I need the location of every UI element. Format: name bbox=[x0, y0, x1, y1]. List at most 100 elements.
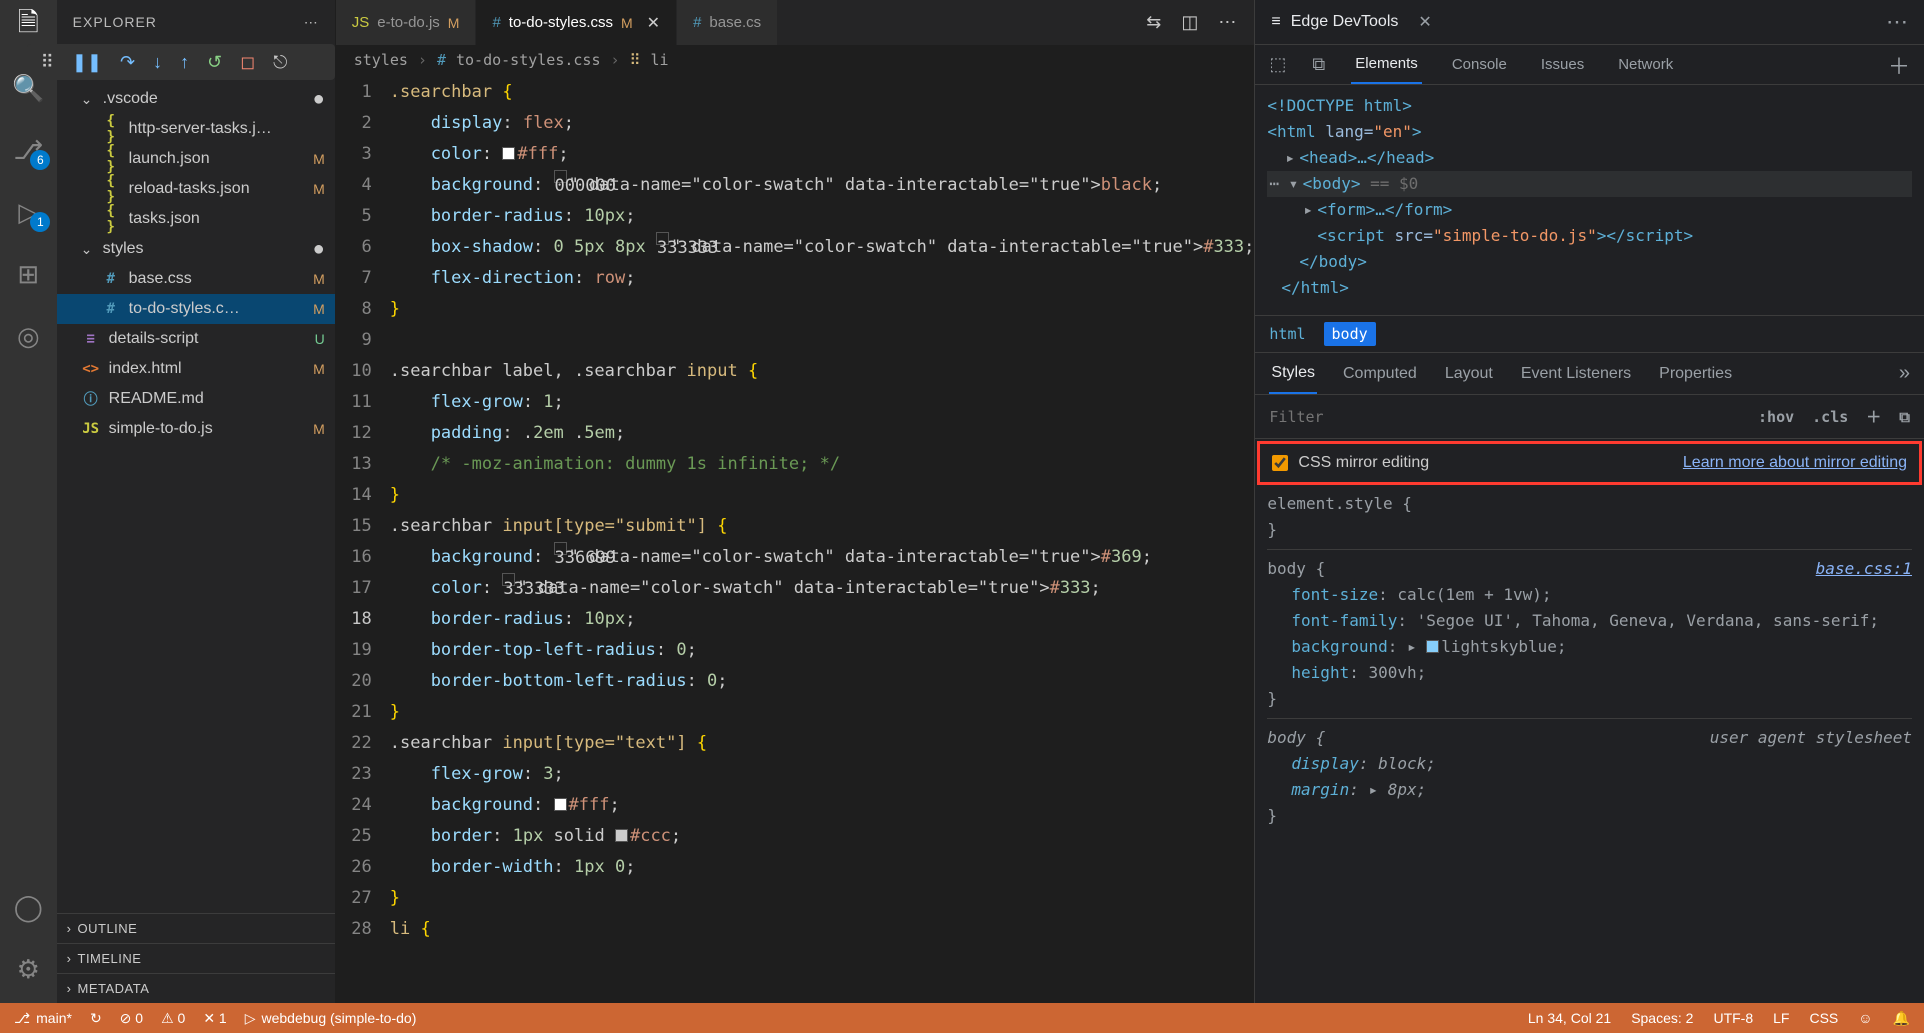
sidebar-section[interactable]: › TIMELINE bbox=[57, 943, 335, 973]
sidebar-section[interactable]: › OUTLINE bbox=[57, 913, 335, 943]
expand-icon[interactable]: ▸ bbox=[1303, 197, 1317, 223]
gear-icon[interactable]: ⚙ bbox=[12, 953, 44, 985]
more-tabs-icon[interactable]: » bbox=[1899, 362, 1924, 385]
close-icon[interactable]: ✕ bbox=[641, 13, 660, 33]
tab-computed[interactable]: Computed bbox=[1341, 355, 1419, 393]
account-icon[interactable]: ◯ bbox=[12, 891, 44, 923]
disconnect-icon[interactable]: ⎋ bbox=[273, 52, 287, 73]
editor-tab[interactable]: JSe-to-do.jsM bbox=[336, 0, 477, 45]
tab-layout[interactable]: Layout bbox=[1443, 355, 1495, 393]
edge-icon[interactable]: ◎ bbox=[12, 320, 44, 352]
modified-indicator: M bbox=[448, 15, 460, 31]
devtools-more-icon[interactable]: ⋯ bbox=[1886, 9, 1908, 35]
base-css-link[interactable]: base.css:1 bbox=[1816, 556, 1912, 582]
file-row[interactable]: ⓘREADME.md bbox=[57, 384, 335, 414]
inspect-icon[interactable]: ⬚ bbox=[1269, 54, 1286, 75]
styles-filter-bar: :hov .cls ＋ ⧉ bbox=[1255, 395, 1924, 439]
tab-elements[interactable]: Elements bbox=[1351, 45, 1422, 84]
breadcrumb[interactable]: styles › # to-do-styles.css › ⠿ li bbox=[336, 45, 1255, 75]
add-tab-icon[interactable]: ＋ bbox=[1888, 49, 1924, 81]
file-row[interactable]: JSsimple-to-do.jsM bbox=[57, 414, 335, 444]
file-row[interactable]: { }http-server-tasks.j… bbox=[57, 114, 335, 144]
mirror-checkbox[interactable] bbox=[1272, 455, 1288, 471]
devtools-menu-icon[interactable]: ≡ bbox=[1271, 13, 1280, 31]
file-row[interactable]: ≡details-scriptU bbox=[57, 324, 335, 354]
step-out-icon[interactable]: ↑ bbox=[180, 52, 189, 73]
errors-status[interactable]: ⊘ 0 bbox=[120, 1010, 143, 1027]
stop-icon[interactable]: ◻ bbox=[240, 52, 255, 73]
split-icon[interactable]: ◫ bbox=[1181, 12, 1198, 33]
activity-bar: 🗎 🔍 ⎇6 ▷1 ⊞ ◎ ◯ ⚙ bbox=[0, 0, 57, 1003]
file-icon: # bbox=[492, 14, 500, 31]
step-into-icon[interactable]: ↓ bbox=[153, 52, 162, 73]
folder-styles[interactable]: ⌄ styles ● bbox=[57, 234, 335, 264]
add-rule-icon[interactable]: ＋ bbox=[1866, 406, 1881, 427]
color-swatch[interactable] bbox=[615, 829, 628, 842]
sidebar-section[interactable]: › METADATA bbox=[57, 973, 335, 1003]
style-rules[interactable]: element.style { } base.css:1body { font-… bbox=[1255, 485, 1924, 1003]
debug-badge: 1 bbox=[30, 212, 50, 232]
dom-breadcrumb: html body bbox=[1255, 315, 1924, 353]
search-icon[interactable]: 🔍 bbox=[12, 72, 44, 104]
tools-status[interactable]: ✕ 1 bbox=[203, 1010, 226, 1027]
explorer-icon[interactable]: 🗎 bbox=[12, 10, 44, 42]
encoding-status[interactable]: UTF-8 bbox=[1713, 1010, 1753, 1027]
file-icon: ≡ bbox=[81, 331, 101, 347]
close-icon[interactable]: ✕ bbox=[1418, 12, 1431, 32]
toggle-panel-icon[interactable]: ⧉ bbox=[1899, 408, 1910, 426]
breadcrumb-seg[interactable]: to-do-styles.css bbox=[456, 51, 601, 69]
eol-status[interactable]: LF bbox=[1773, 1010, 1789, 1027]
tab-eventlisteners[interactable]: Event Listeners bbox=[1519, 355, 1633, 393]
sync-status[interactable]: ↻ bbox=[90, 1010, 102, 1027]
file-row[interactable]: { }tasks.json bbox=[57, 204, 335, 234]
step-over-icon[interactable]: ↷ bbox=[120, 52, 135, 73]
bc-html[interactable]: html bbox=[1269, 325, 1305, 343]
breadcrumb-seg[interactable]: li bbox=[651, 51, 669, 69]
file-row[interactable]: #to-do-styles.c…M bbox=[57, 294, 335, 324]
sidebar-more-icon[interactable]: ⋯ bbox=[304, 14, 319, 31]
drag-handle-icon[interactable]: ⠿ bbox=[41, 52, 54, 73]
breadcrumb-seg[interactable]: styles bbox=[354, 51, 408, 69]
expand-icon[interactable]: ▸ bbox=[1285, 145, 1299, 171]
branch-status[interactable]: ⎇ main* bbox=[14, 1010, 72, 1027]
compare-icon[interactable]: ⇆ bbox=[1146, 12, 1161, 33]
bell-icon[interactable]: 🔔 bbox=[1893, 1010, 1910, 1027]
file-row[interactable]: <>index.htmlM bbox=[57, 354, 335, 384]
tab-issues[interactable]: Issues bbox=[1537, 46, 1588, 83]
restart-icon[interactable]: ↺ bbox=[207, 52, 222, 73]
tab-network[interactable]: Network bbox=[1614, 46, 1677, 83]
tab-styles[interactable]: Styles bbox=[1269, 354, 1317, 394]
file-row[interactable]: { }reload-tasks.jsonM bbox=[57, 174, 335, 204]
pause-icon[interactable]: ❚❚ bbox=[72, 52, 102, 73]
debug-target[interactable]: ▷ webdebug (simple-to-do) bbox=[245, 1010, 417, 1027]
code-content[interactable]: .searchbar { display: flex; color: #fff;… bbox=[390, 75, 1255, 1003]
collapse-icon[interactable]: ▾ bbox=[1289, 171, 1303, 197]
tab-console[interactable]: Console bbox=[1448, 46, 1511, 83]
bc-body[interactable]: body bbox=[1324, 322, 1376, 346]
tab-more-icon[interactable]: ⋯ bbox=[1218, 12, 1236, 33]
filter-input[interactable] bbox=[1269, 408, 1740, 426]
dom-tree[interactable]: <!DOCTYPE html> <html lang="en"> ▸<head>… bbox=[1255, 85, 1924, 315]
feedback-icon[interactable]: ☺ bbox=[1858, 1010, 1872, 1027]
code-editor[interactable]: 1234567891011121314151617181920212223242… bbox=[336, 75, 1255, 1003]
file-row[interactable]: #base.cssM bbox=[57, 264, 335, 294]
editor-tab[interactable]: #to-do-styles.cssM✕ bbox=[476, 0, 677, 45]
tab-properties[interactable]: Properties bbox=[1657, 355, 1734, 393]
color-swatch[interactable] bbox=[554, 798, 567, 811]
device-icon[interactable]: ⧉ bbox=[1312, 54, 1325, 75]
editor-tab[interactable]: #base.cs bbox=[677, 0, 778, 45]
hov-button[interactable]: :hov bbox=[1758, 408, 1794, 426]
color-swatch[interactable] bbox=[502, 147, 515, 160]
indent-status[interactable]: Spaces: 2 bbox=[1631, 1010, 1693, 1027]
file-row[interactable]: { }launch.jsonM bbox=[57, 144, 335, 174]
scm-icon[interactable]: ⎇6 bbox=[12, 134, 44, 166]
extensions-icon[interactable]: ⊞ bbox=[12, 258, 44, 290]
debug-icon[interactable]: ▷1 bbox=[12, 196, 44, 228]
warnings-status[interactable]: ⚠ 0 bbox=[161, 1010, 185, 1027]
cls-button[interactable]: .cls bbox=[1812, 408, 1848, 426]
cursor-pos[interactable]: Ln 34, Col 21 bbox=[1528, 1010, 1611, 1027]
mirror-learn-link[interactable]: Learn more about mirror editing bbox=[1683, 454, 1907, 472]
folder-vscode[interactable]: ⌄ .vscode ● bbox=[57, 84, 335, 114]
color-swatch[interactable] bbox=[1426, 640, 1439, 653]
lang-status[interactable]: CSS bbox=[1809, 1010, 1838, 1027]
